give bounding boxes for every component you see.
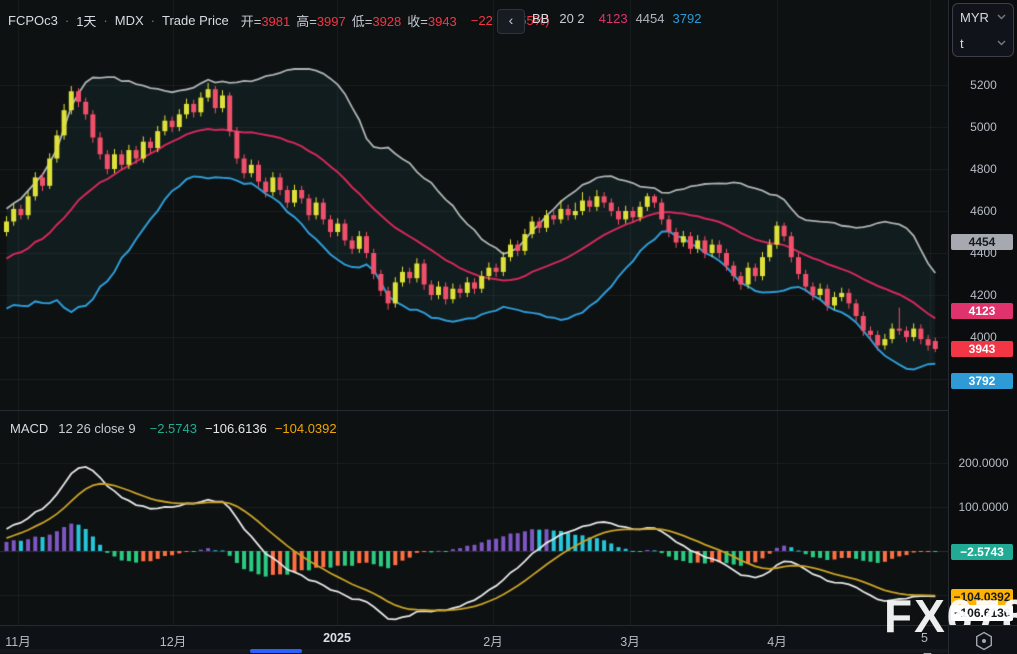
- bb-params: 20 2: [559, 11, 584, 26]
- indicator-value: −106.6136: [205, 421, 267, 436]
- macd-badge: −106.6136: [951, 605, 1013, 621]
- macd-params: 12 26 close 9: [58, 421, 135, 436]
- price-badge: 4123: [951, 303, 1013, 319]
- macd-scale-label: 200.0000: [949, 456, 1017, 470]
- macd-values: −2.5743 −106.6136 −104.0392: [142, 421, 337, 436]
- pane-separator[interactable]: [0, 410, 948, 411]
- ohlc-item: 高=3997: [296, 14, 346, 29]
- trading-chart-app: FCPOc3 · 1天 · MDX · Trade Price 开=3981 高=…: [0, 0, 1017, 654]
- indicator-value: −2.5743: [150, 421, 197, 436]
- chevron-down-icon: [997, 40, 1006, 46]
- symbol-legend: FCPOc3 · 1天 · MDX · Trade Price 开=3981 高=…: [8, 11, 550, 30]
- time-label: 2025: [323, 631, 351, 645]
- price-chart-canvas[interactable]: [0, 0, 948, 410]
- indicator-value: 3792: [673, 11, 702, 26]
- time-label: 4月: [767, 631, 786, 650]
- macd-label: MACD: [10, 421, 48, 436]
- currency-label: MYR: [960, 10, 989, 25]
- ohlc-values: 开=3981 高=3997 低=3928 收=3943: [235, 11, 457, 30]
- axis-corner: [948, 625, 1017, 654]
- horizontal-scrollbar[interactable]: [0, 649, 948, 653]
- settings-gear-icon[interactable]: [973, 630, 995, 652]
- time-label: 11月: [5, 631, 30, 650]
- exchange-label: MDX: [115, 13, 144, 28]
- symbol-title: FCPOc3: [8, 13, 58, 28]
- scrollbar-thumb[interactable]: [250, 649, 302, 653]
- legend-separator: ·: [150, 13, 156, 28]
- macd-badge: −2.5743: [951, 544, 1013, 560]
- price-label: 5000: [949, 120, 1017, 134]
- ohlc-item: 开=3981: [241, 14, 291, 29]
- macd-legend: MACD 12 26 close 9 −2.5743 −106.6136 −104.…: [10, 421, 337, 436]
- bb-label: BB: [532, 11, 549, 26]
- scale-settings-box: MYR t: [952, 3, 1014, 57]
- price-axis[interactable]: MYR t 5200500048004600440042004000445441…: [948, 0, 1017, 654]
- ohlc-item: 低=3928: [352, 14, 402, 29]
- legend-separator: ·: [64, 13, 70, 28]
- ohlc-item: 收=3943: [407, 14, 457, 29]
- price-label: 5200: [949, 78, 1017, 92]
- time-label: 3月: [620, 631, 639, 650]
- indicator-value: −104.0392: [275, 421, 337, 436]
- collapse-legend-button[interactable]: ‹: [497, 9, 525, 34]
- price-badge: 3792: [951, 373, 1013, 389]
- price-label: 4600: [949, 204, 1017, 218]
- series-type-label: Trade Price: [162, 13, 229, 28]
- price-badge: 4454: [951, 234, 1013, 250]
- bb-legend: BB 20 2 4123 4454 3792: [532, 11, 701, 26]
- price-label: 4800: [949, 162, 1017, 176]
- indicator-value: 4454: [636, 11, 665, 26]
- legend-separator: ·: [102, 13, 108, 28]
- bb-values: 4123 4454 3792: [591, 11, 702, 26]
- time-label: 2月: [483, 631, 502, 650]
- price-label: 4200: [949, 288, 1017, 302]
- macd-scale-label: 100.0000: [949, 500, 1017, 514]
- currency-dropdown[interactable]: MYR: [953, 4, 1013, 30]
- indicator-value: 4123: [599, 11, 628, 26]
- time-label: 12月: [160, 631, 186, 650]
- price-badge: 3943: [951, 341, 1013, 357]
- interval-label: 1天: [76, 11, 96, 30]
- macd-badge: −104.0392: [951, 589, 1013, 605]
- unit-label: t: [960, 36, 964, 51]
- unit-dropdown[interactable]: t: [953, 30, 1013, 56]
- chevron-down-icon: [997, 14, 1006, 20]
- macd-chart-canvas[interactable]: [0, 410, 948, 625]
